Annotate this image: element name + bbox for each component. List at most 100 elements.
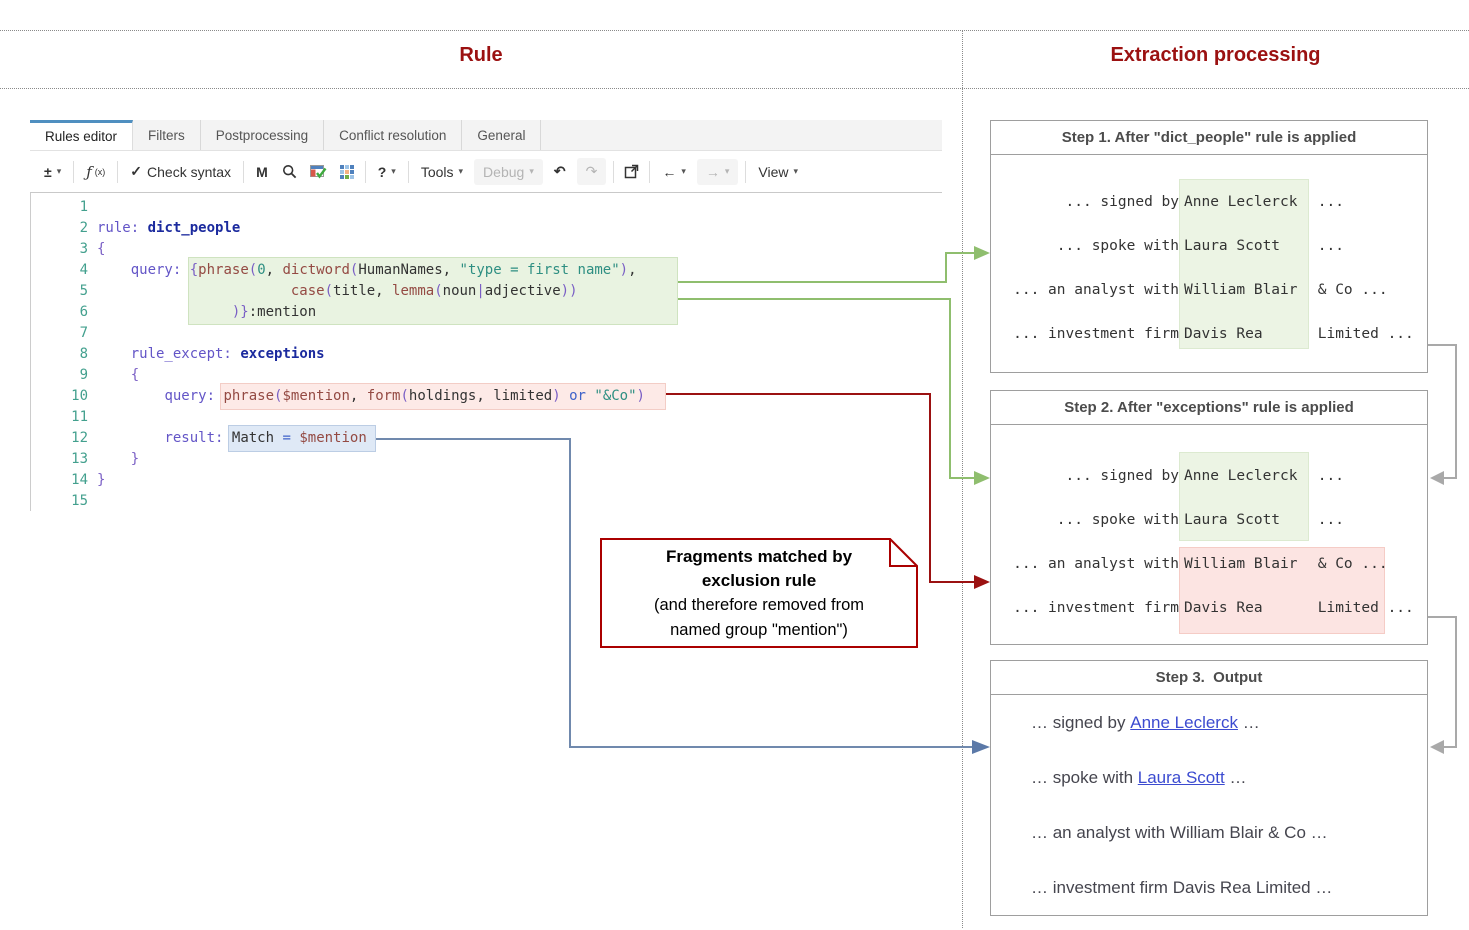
output-line: … investment firm Davis Rea Limited …	[991, 860, 1427, 915]
code-line[interactable]: }	[97, 449, 645, 470]
code-token	[181, 262, 189, 278]
code-line[interactable]	[97, 323, 645, 344]
code-token: Match	[232, 430, 283, 446]
code-line[interactable]: {	[97, 239, 645, 260]
toolbar-divider	[745, 161, 746, 183]
dotted-line-under-titles	[0, 88, 1469, 89]
step-3-body: … signed by Anne Leclerck …… spoke with …	[991, 695, 1427, 915]
code-token: {	[97, 241, 105, 257]
line-number: 3	[31, 239, 88, 260]
code-token: )	[552, 388, 560, 404]
code-token: form	[367, 388, 401, 404]
fragment-row: ... investment firmDavis Rea Limited ...	[991, 586, 1427, 630]
code-lines[interactable]: rule: dict_people { query: {phrase(0, dic…	[97, 197, 645, 512]
fragment-suffix: ...	[1309, 512, 1344, 528]
fragment-row: ... an analyst withWilliam Blair & Co ..…	[991, 268, 1427, 312]
code-token: phrase	[223, 388, 274, 404]
code-line[interactable]: query: {phrase(0, dictword(HumanNames, "…	[97, 260, 645, 281]
open-external-icon[interactable]	[618, 164, 645, 179]
check-syntax-label: Check syntax	[147, 164, 231, 180]
fragment-prefix: ... spoke with	[991, 512, 1179, 528]
fragment-suffix: ...	[1309, 194, 1344, 210]
entity-link[interactable]: Anne Leclerck	[1130, 713, 1238, 733]
code-line[interactable]	[97, 197, 645, 218]
check-syntax-button[interactable]: ✓ Check syntax	[122, 163, 239, 180]
code-token	[223, 430, 231, 446]
tab-general[interactable]: General	[462, 120, 541, 150]
arrow-left-icon: ←	[662, 164, 676, 180]
entity-name: Anne Leclerck	[1179, 194, 1309, 210]
editor-tabbar: Rules editor Filters Postprocessing Conf…	[30, 120, 942, 151]
line-number: 5	[31, 281, 88, 302]
tools-menu[interactable]: Tools▾	[413, 164, 471, 180]
code-line[interactable]: )}:mention	[97, 302, 645, 323]
debug-menu[interactable]: Debug▾	[474, 159, 543, 185]
code-token: $mention	[282, 388, 349, 404]
step-2-rows: ... signed byAnne Leclerck ...... spoke …	[991, 425, 1427, 630]
tab-label: Filters	[148, 128, 185, 143]
function-button[interactable]: ƒ(x)	[78, 163, 113, 181]
fragment-suffix: Limited ...	[1309, 326, 1414, 342]
view-menu[interactable]: View▾	[750, 164, 806, 180]
code-token: :mention	[249, 304, 316, 320]
code-token: ))	[561, 283, 578, 299]
gray-arrow-step2-to-step3	[1428, 617, 1456, 747]
code-token: query:	[131, 262, 182, 278]
tab-filters[interactable]: Filters	[133, 120, 201, 150]
output-line: … signed by Anne Leclerck …	[991, 695, 1427, 750]
undo-button[interactable]: ↶	[546, 163, 574, 180]
code-token: )	[620, 262, 628, 278]
code-token	[97, 283, 291, 299]
redo-button[interactable]: ↷	[577, 158, 607, 185]
step-3-title: Step 3. Output	[991, 661, 1427, 695]
dictionary-table-icon[interactable]	[304, 164, 333, 180]
code-token	[97, 346, 131, 362]
code-token: ,	[628, 262, 636, 278]
font-size-button[interactable]: ±▾	[36, 164, 69, 180]
navigate-forward-button[interactable]: →▾	[697, 159, 739, 185]
line-number: 15	[31, 491, 88, 512]
code-token	[97, 304, 232, 320]
rules-editor-panel: Rules editor Filters Postprocessing Conf…	[30, 120, 942, 511]
code-line[interactable]	[97, 407, 645, 428]
tab-label: Rules editor	[45, 129, 117, 144]
code-token: rule:	[97, 220, 139, 236]
code-line[interactable]: {	[97, 365, 645, 386]
code-token: {	[190, 262, 198, 278]
code-line[interactable]: rule: dict_people	[97, 218, 645, 239]
line-number: 11	[31, 407, 88, 428]
code-line[interactable]	[97, 491, 645, 512]
code-line[interactable]: rule_except: exceptions	[97, 344, 645, 365]
callout-text: Fragments matched by exclusion rule (and…	[600, 545, 918, 643]
code-token: =	[282, 430, 290, 446]
zoom-icon[interactable]	[276, 164, 304, 180]
check-icon: ✓	[130, 163, 142, 180]
code-token: result:	[164, 430, 223, 446]
editor-toolbar: ±▾ ƒ(x) ✓ Check syntax M ?▾ Tools▾ Debug▾…	[30, 151, 942, 193]
output-text: … spoke with	[1031, 768, 1138, 788]
code-editor[interactable]: 123456789101112131415 rule: dict_people{…	[30, 193, 942, 511]
fragment-row: ... an analyst withWilliam Blair & Co ..…	[991, 542, 1427, 586]
tab-rules-editor[interactable]: Rules editor	[30, 120, 133, 150]
code-token	[97, 262, 131, 278]
step-3-box: Step 3. Output … signed by Anne Leclerck…	[990, 660, 1428, 916]
code-line[interactable]: case(title, lemma(noun|adjective))	[97, 281, 645, 302]
grid-icon[interactable]	[333, 164, 361, 180]
entity-link[interactable]: Laura Scott	[1138, 768, 1225, 788]
step-1-body: ... signed byAnne Leclerck ...... spoke …	[991, 155, 1427, 372]
code-token: query:	[164, 388, 215, 404]
tab-conflict-resolution[interactable]: Conflict resolution	[324, 120, 462, 150]
tab-label: General	[477, 128, 525, 143]
output-text: … signed by	[1031, 713, 1130, 733]
help-button[interactable]: ?▾	[370, 164, 404, 180]
navigate-back-button[interactable]: ←▾	[654, 164, 694, 180]
macro-button[interactable]: M	[248, 164, 276, 180]
code-line[interactable]: }	[97, 470, 645, 491]
fragment-prefix: ... spoke with	[991, 238, 1179, 254]
tab-postprocessing[interactable]: Postprocessing	[201, 120, 324, 150]
code-token: or	[569, 388, 586, 404]
output-text: …	[1225, 768, 1247, 788]
code-line[interactable]: result: Match = $mention	[97, 428, 645, 449]
code-line[interactable]: query: phrase($mention, form(holdings, l…	[97, 386, 645, 407]
green-arrowhead-step1	[974, 246, 990, 260]
